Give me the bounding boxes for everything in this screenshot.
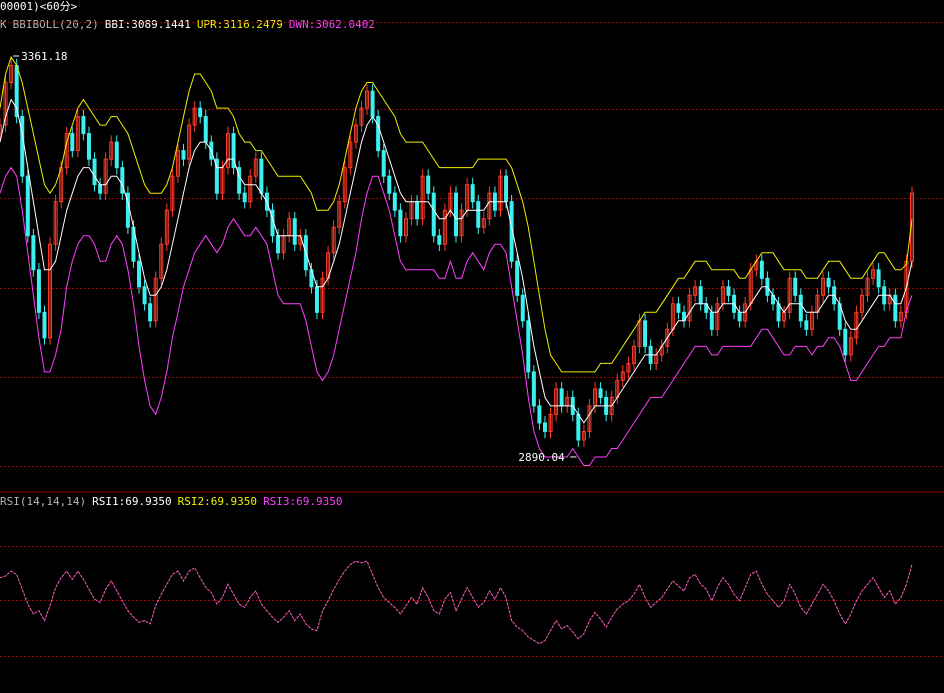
candle-body <box>20 116 25 177</box>
candle-body <box>376 116 381 152</box>
candle-body <box>759 260 764 279</box>
bbi-line <box>0 98 913 424</box>
candle-body <box>542 422 547 432</box>
candle-body <box>598 388 603 398</box>
candle-body <box>314 286 319 313</box>
candle-body <box>876 269 881 288</box>
candle-body <box>826 277 831 288</box>
candle-body <box>415 201 420 220</box>
candle-body <box>203 116 208 143</box>
candle-body <box>515 260 520 296</box>
candle-body <box>86 133 91 160</box>
candle-body <box>137 260 142 288</box>
candle-body <box>392 192 397 211</box>
candle-body <box>426 175 431 194</box>
grid-lines <box>0 22 944 657</box>
candle-body <box>437 235 442 245</box>
candle-body <box>576 413 581 441</box>
candle-body <box>798 294 803 322</box>
candle-body <box>398 209 403 237</box>
candle-body <box>476 201 481 228</box>
candle-body <box>737 311 742 322</box>
candle-body <box>92 158 97 186</box>
candle-body <box>198 107 203 118</box>
candle-body <box>531 371 536 407</box>
candle-body <box>25 175 30 237</box>
candle-body <box>142 286 147 305</box>
candle-body <box>370 90 375 118</box>
candle-body <box>148 303 153 322</box>
candle-body <box>526 320 531 373</box>
candle-body <box>242 192 247 203</box>
candle-body <box>114 141 119 169</box>
chart-canvas[interactable]: 3361.18 2890.04 <box>0 0 944 693</box>
candle-body <box>70 133 75 152</box>
candle-body <box>893 294 898 322</box>
candle-body <box>454 192 458 237</box>
candle-body <box>276 235 281 254</box>
candle-body <box>381 150 386 177</box>
candle-body <box>387 175 392 194</box>
candle-body <box>726 286 731 296</box>
candle-body <box>98 184 103 194</box>
candle-body <box>42 311 47 339</box>
candle-body <box>81 116 86 135</box>
candle-body <box>676 303 681 313</box>
candle-body <box>843 328 848 356</box>
candle-body <box>259 158 264 194</box>
candle-body <box>504 175 509 203</box>
candle-body <box>520 294 525 322</box>
candle-body <box>793 277 798 296</box>
candle-body <box>431 192 436 237</box>
high-price-marker: 3361.18 <box>21 50 67 63</box>
candle-body <box>643 320 648 347</box>
candle-body <box>698 286 703 305</box>
candle-body <box>709 311 714 330</box>
candle-body <box>804 320 809 330</box>
candle-body <box>537 405 542 424</box>
candle-body <box>559 388 564 407</box>
candle-body <box>292 218 297 245</box>
candle-body <box>470 184 475 203</box>
price-panel[interactable] <box>0 55 914 466</box>
rsi-line <box>0 560 913 645</box>
candle-body <box>181 150 186 160</box>
candle-body <box>36 269 41 313</box>
candle-body <box>31 235 36 271</box>
rsi-panel[interactable] <box>0 560 913 645</box>
low-price-marker: 2890.04 <box>518 451 565 464</box>
